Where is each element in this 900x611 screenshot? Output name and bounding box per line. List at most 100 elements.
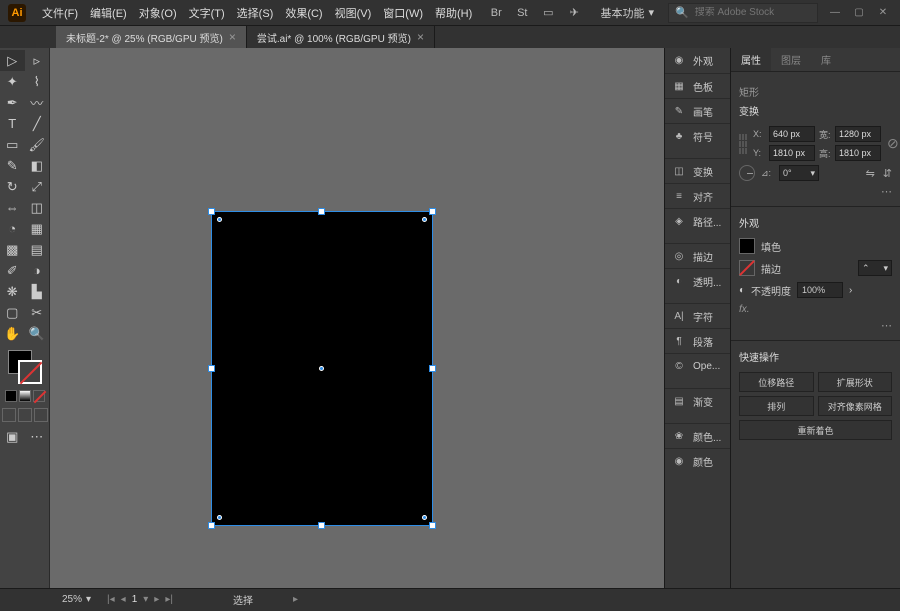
document-tab-1[interactable]: 未标题-2* @ 25% (RGB/GPU 预览) ×	[56, 26, 247, 48]
tab-layers[interactable]: 图层	[771, 48, 811, 71]
draw-normal-icon[interactable]	[2, 408, 16, 422]
resize-handle-e[interactable]	[429, 365, 436, 372]
artboard-tool[interactable]: ▢	[0, 302, 25, 323]
symbol-sprayer-tool[interactable]: ❋	[0, 281, 25, 302]
x-field[interactable]: 640 px	[769, 126, 815, 142]
edit-toolbar-button[interactable]: ⋯	[25, 426, 50, 447]
resize-handle-se[interactable]	[429, 522, 436, 529]
dock-item-描边[interactable]: ◎描边	[665, 243, 730, 268]
dock-item-渐变[interactable]: ▤渐变	[665, 388, 730, 413]
dock-item-符号[interactable]: ♣符号	[665, 123, 730, 148]
document-tab-2[interactable]: 尝试.ai* @ 100% (RGB/GPU 预览) ×	[247, 26, 435, 48]
rectangle-tool[interactable]: ▭	[0, 134, 25, 155]
minimize-button[interactable]: —	[826, 6, 844, 20]
menu-window[interactable]: 窗口(W)	[377, 5, 429, 21]
maximize-button[interactable]: ▢	[850, 6, 868, 20]
recolor-button[interactable]: 重新着色	[739, 420, 892, 440]
stroke-swatch[interactable]	[18, 360, 42, 384]
next-artboard-icon[interactable]: ▸	[154, 594, 159, 605]
menu-file[interactable]: 文件(F)	[36, 5, 84, 21]
width-field[interactable]: 1280 px	[835, 126, 881, 142]
prev-artboard-icon[interactable]: ◂	[121, 594, 126, 605]
eraser-tool[interactable]: ◧	[25, 155, 50, 176]
none-color-icon[interactable]	[33, 390, 45, 402]
center-point[interactable]	[319, 366, 324, 371]
dock-item-颜色...[interactable]: ❀颜色...	[665, 423, 730, 448]
eyedropper-tool[interactable]: ✐	[0, 260, 25, 281]
dock-item-画笔[interactable]: ✎画笔	[665, 98, 730, 123]
menu-type[interactable]: 文字(T)	[183, 5, 231, 21]
anchor-ne[interactable]	[422, 217, 427, 222]
arrange-button[interactable]: 排列	[739, 396, 814, 416]
first-artboard-icon[interactable]: |◂	[107, 594, 115, 605]
arrange-icon[interactable]: ▭	[540, 5, 556, 21]
zoom-dropdown[interactable]: 25% ▾	[56, 594, 97, 605]
flip-horizontal-icon[interactable]: ⇋	[866, 167, 875, 180]
chevron-down-icon[interactable]: ▾	[143, 594, 148, 605]
menu-select[interactable]: 选择(S)	[231, 5, 280, 21]
curvature-tool[interactable]: 〰	[25, 92, 50, 113]
close-button[interactable]: ✕	[874, 6, 892, 20]
stroke-weight-field[interactable]: ⌃▾	[858, 260, 892, 276]
rotate-tool[interactable]: ↻	[0, 176, 25, 197]
draw-inside-icon[interactable]	[34, 408, 48, 422]
resize-handle-w[interactable]	[208, 365, 215, 372]
canvas[interactable]	[50, 48, 664, 588]
dock-item-路径...[interactable]: ◈路径...	[665, 208, 730, 233]
align-pixel-button[interactable]: 对齐像素网格	[818, 396, 893, 416]
chevron-right-icon[interactable]: ›	[849, 285, 852, 296]
hand-tool[interactable]: ✋	[0, 323, 25, 344]
dock-item-变换[interactable]: ◫变换	[665, 158, 730, 183]
solid-color-icon[interactable]	[5, 390, 17, 402]
width-tool[interactable]: ⇔	[0, 197, 25, 218]
close-icon[interactable]: ×	[417, 30, 424, 44]
fill-stroke-swatch[interactable]	[8, 350, 42, 384]
flip-vertical-icon[interactable]: ⇵	[883, 167, 892, 180]
dock-item-色板[interactable]: ▦色板	[665, 73, 730, 98]
gpu-icon[interactable]: ✈	[566, 5, 582, 21]
shaper-tool[interactable]: ✎	[0, 155, 25, 176]
close-icon[interactable]: ×	[229, 30, 236, 44]
dock-item-对齐[interactable]: ≡对齐	[665, 183, 730, 208]
dock-item-段落[interactable]: ¶段落	[665, 328, 730, 353]
link-icon[interactable]: ⊘	[887, 135, 899, 152]
pen-tool[interactable]: ✒	[0, 92, 25, 113]
shape-builder-tool[interactable]: ◔	[0, 218, 25, 239]
gradient-icon[interactable]	[19, 390, 31, 402]
draw-behind-icon[interactable]	[18, 408, 32, 422]
resize-handle-n[interactable]	[318, 208, 325, 215]
menu-object[interactable]: 对象(O)	[133, 5, 183, 21]
type-tool[interactable]: T	[0, 113, 25, 134]
workspace-dropdown[interactable]: 基本功能 ▾	[594, 3, 660, 23]
stroke-color-swatch[interactable]	[739, 260, 755, 276]
resize-handle-s[interactable]	[318, 522, 325, 529]
reference-point[interactable]	[739, 134, 747, 154]
resize-handle-sw[interactable]	[208, 522, 215, 529]
free-transform-tool[interactable]: ◫	[25, 197, 50, 218]
resize-handle-nw[interactable]	[208, 208, 215, 215]
selection-tool[interactable]: ▷	[0, 50, 25, 71]
menu-view[interactable]: 视图(V)	[329, 5, 378, 21]
gradient-tool[interactable]: ▤	[25, 239, 50, 260]
tab-libraries[interactable]: 库	[811, 48, 841, 71]
fx-label[interactable]: fx.	[739, 304, 892, 315]
more-options-icon[interactable]: ⋯	[739, 185, 892, 198]
artboard-number[interactable]: 1	[132, 594, 138, 605]
y-field[interactable]: 1810 px	[769, 145, 815, 161]
search-input[interactable]	[695, 7, 815, 18]
menu-help[interactable]: 帮助(H)	[429, 5, 478, 21]
rotation-field[interactable]: 0°▾	[779, 165, 819, 181]
anchor-se[interactable]	[422, 515, 427, 520]
dock-item-颜色[interactable]: ◉颜色	[665, 448, 730, 473]
perspective-tool[interactable]: ▦	[25, 218, 50, 239]
bridge-icon[interactable]: Br	[488, 5, 504, 21]
last-artboard-icon[interactable]: ▸|	[165, 594, 173, 605]
opacity-field[interactable]: 100%	[797, 282, 843, 298]
offset-path-button[interactable]: 位移路径	[739, 372, 814, 392]
search-box[interactable]: 🔍	[668, 3, 818, 23]
dock-item-字符[interactable]: A|字符	[665, 303, 730, 328]
screen-mode-button[interactable]: ▣	[0, 426, 25, 447]
blend-tool[interactable]: ◑	[25, 260, 50, 281]
more-options-icon[interactable]: ⋯	[739, 319, 892, 332]
anchor-sw[interactable]	[217, 515, 222, 520]
